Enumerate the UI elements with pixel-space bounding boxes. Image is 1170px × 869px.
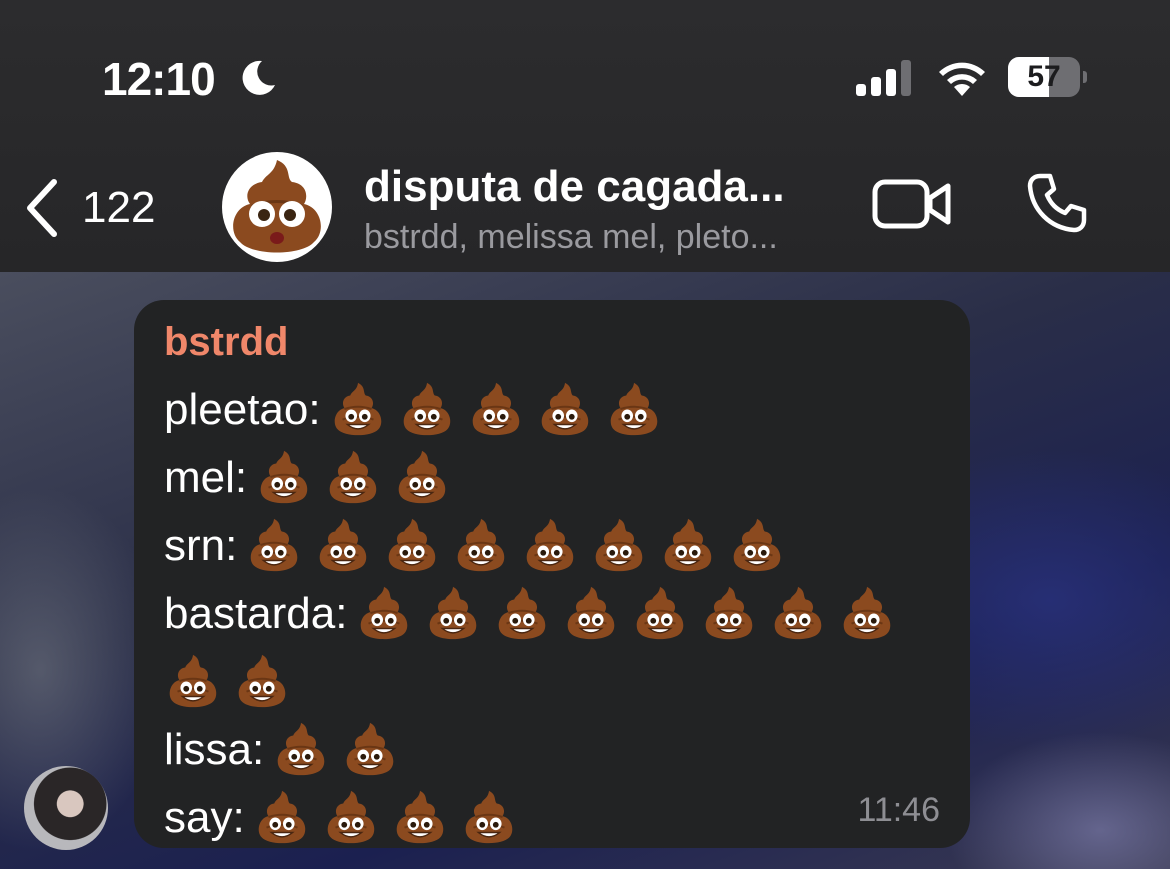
participant-name: bastarda:	[164, 589, 348, 638]
participant-name: mel:	[164, 453, 248, 502]
battery-percentage: 57	[1027, 60, 1061, 93]
pile-of-poo-icon	[383, 517, 441, 575]
pile-of-poo-icon	[322, 789, 380, 847]
chat-header: 12:10 57 122 disputa de cagada... bstrdd…	[0, 0, 1170, 272]
pile-of-poo-icon	[460, 789, 518, 847]
video-call-icon[interactable]	[872, 176, 952, 232]
message-line: mel:	[164, 444, 954, 512]
pile-of-poo-icon	[253, 789, 311, 847]
wifi-icon	[939, 62, 985, 96]
pile-of-poo-icon	[769, 585, 827, 643]
pile-of-poo-icon	[467, 381, 525, 439]
back-button[interactable]: 122	[24, 174, 184, 242]
moon-icon	[242, 60, 275, 95]
pile-of-poo-icon	[424, 585, 482, 643]
message-line	[164, 648, 954, 716]
pile-of-poo-icon	[659, 517, 717, 575]
message-line: srn:	[164, 512, 954, 580]
pile-of-poo-icon	[631, 585, 689, 643]
pile-of-poo-icon	[324, 449, 382, 507]
pile-of-poo-icon	[355, 585, 413, 643]
status-time: 12:10	[102, 53, 216, 105]
message-line: say:	[164, 784, 954, 852]
participant-name: srn:	[164, 521, 238, 570]
participant-name: pleetao:	[164, 385, 321, 434]
pile-of-poo-icon	[700, 585, 758, 643]
pile-of-poo-icon	[536, 381, 594, 439]
participant-name: lissa:	[164, 725, 265, 774]
pile-of-poo-icon	[314, 517, 372, 575]
pile-of-poo-icon	[245, 517, 303, 575]
pile-of-poo-icon	[272, 721, 330, 779]
pile-of-poo-icon	[233, 160, 321, 253]
message-line: bastarda:	[164, 580, 954, 648]
pile-of-poo-icon	[391, 789, 449, 847]
pile-of-poo-icon	[590, 517, 648, 575]
participant-name: say:	[164, 793, 245, 842]
cellular-signal-icon	[856, 60, 911, 96]
phone-call-icon[interactable]	[1026, 172, 1088, 234]
pile-of-poo-icon	[728, 517, 786, 575]
message-line: pleetao:	[164, 376, 954, 444]
unread-count: 122	[82, 183, 156, 232]
group-members[interactable]: bstrdd, melissa mel, pleto...	[364, 218, 778, 257]
message-line: lissa:	[164, 716, 954, 784]
pile-of-poo-icon	[164, 653, 222, 711]
pile-of-poo-icon	[562, 585, 620, 643]
message-bubble[interactable]: bstrdd pleetao: mel: srn: bastarda: lissa: sa…	[134, 300, 970, 848]
pile-of-poo-icon	[838, 585, 896, 643]
pile-of-poo-icon	[493, 585, 551, 643]
chevron-left-icon	[27, 179, 57, 237]
pile-of-poo-icon	[329, 381, 387, 439]
group-name[interactable]: disputa de cagada...	[364, 162, 785, 212]
pile-of-poo-icon	[233, 653, 291, 711]
pile-of-poo-icon	[452, 517, 510, 575]
pile-of-poo-icon	[521, 517, 579, 575]
battery-icon: 57	[1008, 57, 1087, 97]
pile-of-poo-icon	[393, 449, 451, 507]
message-timestamp: 11:46	[857, 791, 940, 829]
pile-of-poo-icon	[605, 381, 663, 439]
group-avatar[interactable]	[222, 152, 332, 262]
sender-name[interactable]: bstrdd	[164, 320, 288, 365]
message-text: pleetao: mel: srn: bastarda: lissa: say:	[164, 376, 954, 852]
pile-of-poo-icon	[255, 449, 313, 507]
pile-of-poo-icon	[398, 381, 456, 439]
pile-of-poo-icon	[341, 721, 399, 779]
sender-avatar[interactable]	[24, 766, 108, 850]
